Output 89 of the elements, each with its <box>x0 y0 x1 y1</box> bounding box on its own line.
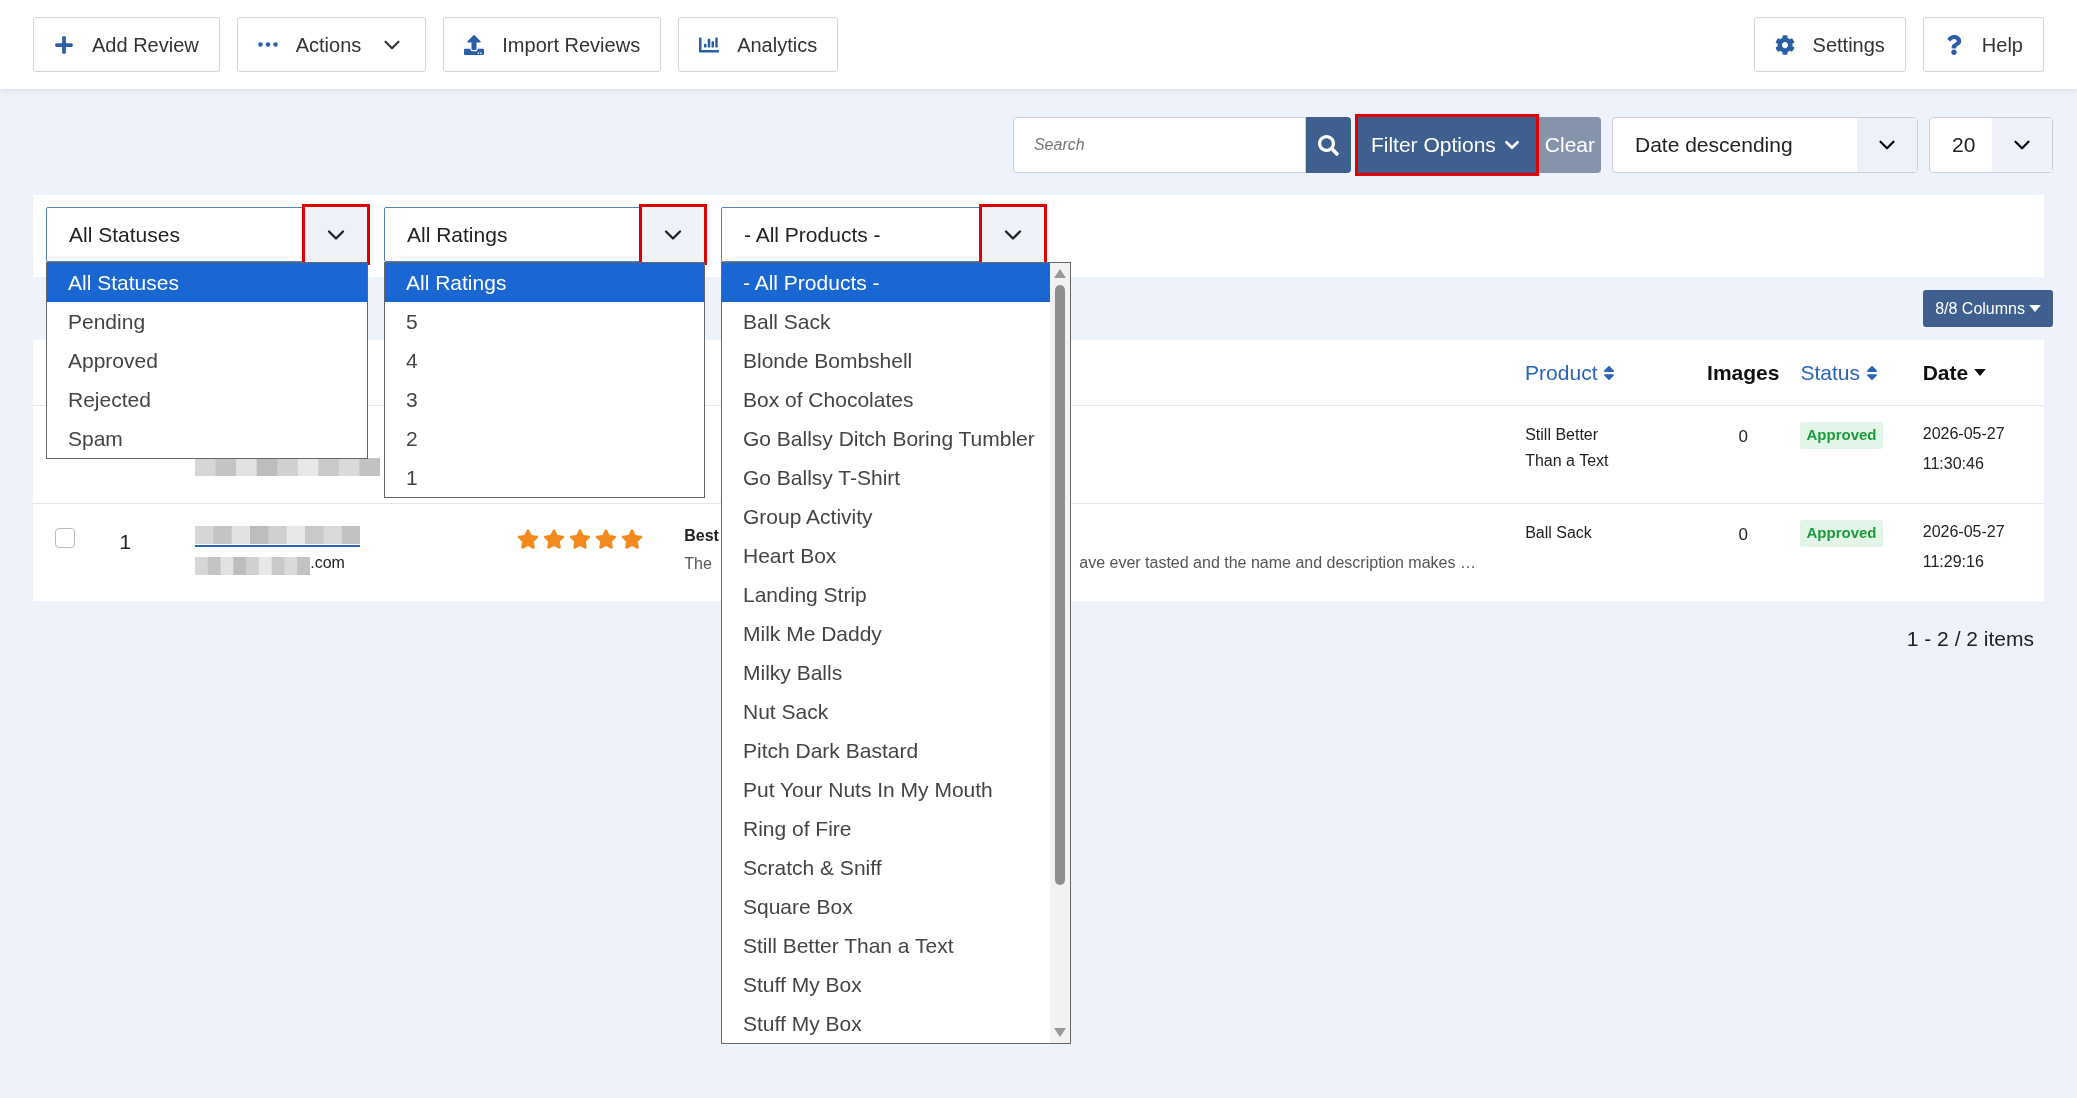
toolbar-button[interactable]: Settings <box>1753 17 1906 72</box>
dropdown-option[interactable]: All Ratings <box>385 263 704 302</box>
select-value: All Statuses <box>68 221 181 248</box>
review-title: Best <box>684 526 719 546</box>
dropdown-option[interactable]: 1 <box>385 458 704 497</box>
ellipsis-icon <box>257 42 278 47</box>
images-count: 0 <box>1738 525 1749 544</box>
filter-select[interactable]: - All Products - <box>721 207 1045 262</box>
toolbar-button[interactable]: Import Reviews <box>443 17 662 72</box>
search-icon <box>1317 134 1339 156</box>
filter-select[interactable]: All Ratings <box>384 207 705 262</box>
star-icon <box>621 528 644 550</box>
toolbar-button[interactable]: Actions <box>236 17 427 72</box>
dropdown-option[interactable]: Stuff My Box <box>722 965 1050 1004</box>
dropdown-option[interactable]: Put Your Nuts In My Mouth <box>722 770 1050 809</box>
dropdown-option[interactable]: Pitch Dark Bastard <box>722 731 1050 770</box>
dropdown-option[interactable]: Group Activity <box>722 497 1050 536</box>
upload-icon <box>464 34 485 55</box>
review-time: 11:30:46 <box>1922 454 1985 474</box>
star-icon <box>543 528 566 550</box>
toolbar-button[interactable]: Help <box>1922 17 2044 72</box>
scrollbar-thumb[interactable] <box>1055 285 1065 885</box>
column-header[interactable]: Date <box>1922 356 1989 389</box>
dropdown-option[interactable]: Landing Strip <box>722 575 1050 614</box>
scrollbar[interactable] <box>1050 263 1070 1043</box>
plus-icon <box>54 34 74 55</box>
search-field[interactable]: Search <box>1012 117 1306 173</box>
columns-button[interactable]: 8/8 Columns <box>1923 290 2053 327</box>
dropdown-option[interactable]: - All Products - <box>722 263 1050 302</box>
dropdown-option[interactable]: Blonde Bombshell <box>722 341 1050 380</box>
select-value: - All Products - <box>743 221 882 248</box>
scroll-up-icon <box>1053 267 1067 279</box>
dropdown-option[interactable]: Go Ballsy T-Shirt <box>722 458 1050 497</box>
dropdown-option[interactable]: Ring of Fire <box>722 809 1050 848</box>
column-header[interactable]: Product <box>1525 356 1618 389</box>
author-email: .com <box>310 553 345 573</box>
row-number: 1 <box>119 530 132 553</box>
review-text: ave ever tasted and the name and description makes … <box>1079 553 1476 573</box>
filter-select[interactable]: All Statuses <box>46 207 368 262</box>
dropdown-option[interactable]: 3 <box>385 380 704 419</box>
dropdown-option[interactable]: Milk Me Daddy <box>722 614 1050 653</box>
page-size-select[interactable]: 20 <box>1929 117 2053 173</box>
select-toggle[interactable] <box>982 207 1044 262</box>
dropdown-option[interactable]: Rejected <box>47 380 367 419</box>
dropdown-option[interactable]: 2 <box>385 419 704 458</box>
dropdown-option[interactable]: Box of Chocolates <box>722 380 1050 419</box>
dropdown-option[interactable]: 5 <box>385 302 704 341</box>
settings-icon <box>1774 34 1795 55</box>
review-time: 11:29:16 <box>1922 552 1985 572</box>
product-name: Still Better Than a Text <box>1525 425 1610 471</box>
dropdown-option[interactable]: Nut Sack <box>722 692 1050 731</box>
star-icon <box>595 528 618 550</box>
scroll-down-icon <box>1053 1027 1067 1039</box>
star-icon <box>517 528 540 550</box>
column-header[interactable]: Status <box>1800 356 1880 389</box>
pagination-info: 1 - 2 / 2 items <box>1906 626 2034 652</box>
dropdown-option[interactable]: Pending <box>47 302 367 341</box>
toolbar-button[interactable]: Add Review <box>33 17 220 72</box>
status-badge: Approved <box>1800 422 1883 449</box>
caret-down-icon <box>2029 305 2041 312</box>
dropdown-option[interactable]: Ball Sack <box>722 302 1050 341</box>
dropdown-option[interactable]: Go Ballsy Ditch Boring Tumbler <box>722 419 1050 458</box>
sort-icon <box>1864 363 1880 382</box>
dropdown-option[interactable]: Approved <box>47 341 367 380</box>
dropdown-option[interactable]: Stuff My Box <box>722 1004 1050 1043</box>
row-checkbox[interactable] <box>55 528 75 548</box>
dropdown-option[interactable]: Spam <box>47 419 367 458</box>
search-button[interactable] <box>1305 117 1351 173</box>
filter-options-button[interactable]: Filter Options <box>1357 117 1536 173</box>
product-name: Ball Sack <box>1525 523 1593 543</box>
images-count: 0 <box>1738 427 1749 446</box>
dropdown-option[interactable]: Scratch & Sniff <box>722 848 1050 887</box>
dropdown-option[interactable]: Still Better Than a Text <box>722 926 1050 965</box>
sort-select[interactable]: Date descending <box>1612 117 1918 173</box>
select-toggle[interactable] <box>642 207 704 262</box>
review-date: 2026-05-27 <box>1922 424 2006 444</box>
dropdown-option[interactable]: All Statuses <box>47 263 367 302</box>
dropdown-option[interactable]: 4 <box>385 341 704 380</box>
review-date: 2026-05-27 <box>1922 522 2006 542</box>
select-toggle[interactable] <box>305 207 367 262</box>
toolbar-button[interactable]: Analytics <box>678 17 839 72</box>
star-icon <box>569 528 592 550</box>
status-badge: Approved <box>1800 520 1883 547</box>
review-text: The <box>684 554 712 574</box>
dropdown-option[interactable]: Square Box <box>722 887 1050 926</box>
select-value: All Ratings <box>406 221 509 248</box>
column-header[interactable]: Images <box>1707 356 1780 389</box>
dropdown-option[interactable]: Heart Box <box>722 536 1050 575</box>
dropdown-option[interactable]: Milky Balls <box>722 653 1050 692</box>
